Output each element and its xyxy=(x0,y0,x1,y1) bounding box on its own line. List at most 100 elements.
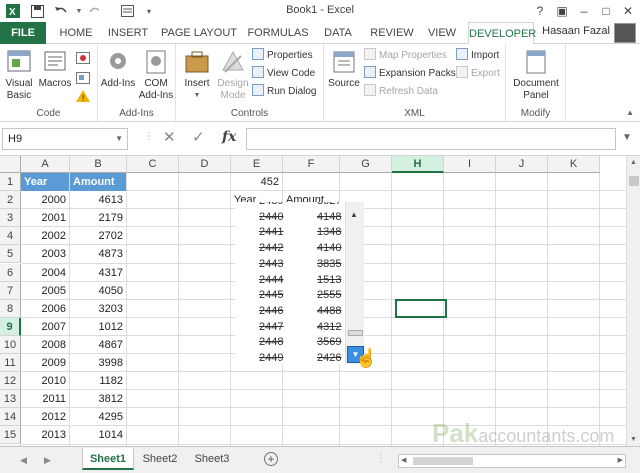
tab-developer[interactable]: DEVELOPER xyxy=(468,22,536,45)
expansion-packs-button[interactable]: Expansion Packs xyxy=(364,66,456,82)
row-header-10[interactable]: 10 xyxy=(0,335,21,354)
table-cell-amount[interactable]: 4295 xyxy=(70,408,126,426)
table-cell-year[interactable]: 2013 xyxy=(21,426,69,444)
sheet-tab-sheet3[interactable]: Sheet3 xyxy=(188,448,236,470)
table-cell-amount[interactable]: 1014 xyxy=(70,426,126,444)
close-button[interactable]: ✕ xyxy=(618,2,638,20)
table-cell-year[interactable]: 2005 xyxy=(21,282,69,300)
horizontal-scroll-thumb[interactable] xyxy=(413,457,473,465)
table-cell-year[interactable]: 2010 xyxy=(21,372,69,390)
relative-references-icon[interactable] xyxy=(76,72,90,87)
add-sheet-button[interactable]: + xyxy=(264,452,278,466)
sheet-tab-sheet1[interactable]: Sheet1 xyxy=(82,448,134,470)
row-header-12[interactable]: 12 xyxy=(0,372,21,391)
table-cell-year[interactable]: 2007 xyxy=(21,318,69,336)
scrollbar-splitter-icon[interactable]: ⋮ xyxy=(376,453,386,464)
select-all-button[interactable] xyxy=(0,156,21,173)
table-cell-amount[interactable]: 3998 xyxy=(70,354,126,372)
minimize-button[interactable]: – xyxy=(574,2,594,20)
sheet-tab-sheet2[interactable]: Sheet2 xyxy=(136,448,184,470)
enter-icon[interactable]: ✓ xyxy=(192,128,205,146)
row-header-2[interactable]: 2 xyxy=(0,191,21,210)
row-header-6[interactable]: 6 xyxy=(0,263,21,282)
table-cell-amount[interactable]: 1182 xyxy=(70,372,126,390)
chevron-up-icon[interactable]: ▲ xyxy=(350,210,358,219)
tab-file[interactable]: FILE xyxy=(0,22,46,44)
table-cell-year[interactable]: 2003 xyxy=(21,245,69,263)
com-addins-button[interactable]: COM Add-Ins xyxy=(136,48,176,102)
tab-data[interactable]: DATA xyxy=(318,22,358,44)
horizontal-scrollbar[interactable]: ◀ ▶ xyxy=(398,454,626,468)
table-cell-year[interactable]: 2012 xyxy=(21,408,69,426)
record-macro-icon[interactable] xyxy=(76,52,90,67)
scroll-left-icon[interactable]: ◀ xyxy=(401,456,406,464)
table-cell-year[interactable]: 2000 xyxy=(21,191,69,209)
maximize-button[interactable]: □ xyxy=(596,2,616,20)
tab-insert[interactable]: INSERT xyxy=(104,22,152,44)
row-header-4[interactable]: 4 xyxy=(0,227,21,246)
table-cell-amount[interactable]: 2179 xyxy=(70,209,126,227)
chevron-down-icon[interactable]: ▼ xyxy=(630,436,637,443)
table-cell-year[interactable]: 2011 xyxy=(21,390,69,408)
tab-home[interactable]: HOME xyxy=(54,22,98,44)
table-cell-amount[interactable]: 3812 xyxy=(70,390,126,408)
listbox-item[interactable]: 2449 2426 xyxy=(235,349,345,364)
chevron-up-icon[interactable]: ▲ xyxy=(630,159,637,166)
column-header-c[interactable]: C xyxy=(127,156,179,173)
table-cell-amount[interactable]: 4050 xyxy=(70,282,126,300)
expand-formula-bar-icon[interactable]: ▼ xyxy=(622,132,632,143)
column-header-b[interactable]: B xyxy=(70,156,127,173)
table-cell-amount[interactable]: 4867 xyxy=(70,336,126,354)
column-header-f[interactable]: F xyxy=(283,156,340,173)
tab-page-layout[interactable]: PAGE LAYOUT xyxy=(160,22,238,44)
tab-view[interactable]: VIEW xyxy=(424,22,460,44)
row-header-11[interactable]: 11 xyxy=(0,354,21,373)
table-cell-year[interactable]: 2004 xyxy=(21,264,69,282)
column-header-k[interactable]: K xyxy=(548,156,600,173)
table-cell-year[interactable]: 2009 xyxy=(21,354,69,372)
source-button[interactable]: Source xyxy=(327,48,361,90)
tab-formulas[interactable]: FORMULAS xyxy=(246,22,310,44)
table-cell-year[interactable]: 2001 xyxy=(21,209,69,227)
row-header-13[interactable]: 13 xyxy=(0,390,21,409)
table-cell-amount[interactable]: 2702 xyxy=(70,227,126,245)
warning-icon[interactable]: ! xyxy=(76,90,90,105)
table-cell-year[interactable]: 2002 xyxy=(21,227,69,245)
table-cell-amount[interactable]: 3203 xyxy=(70,300,126,318)
prev-sheet-icon[interactable]: ◀ xyxy=(20,455,27,466)
column-header-e[interactable]: E xyxy=(231,156,283,173)
row-header-1[interactable]: 1 xyxy=(0,173,21,192)
column-header-g[interactable]: G xyxy=(340,156,392,173)
column-header-d[interactable]: D xyxy=(179,156,231,173)
refresh-data-button[interactable]: Refresh Data xyxy=(364,84,438,100)
next-sheet-icon[interactable]: ▶ xyxy=(44,455,51,466)
chevron-down-icon[interactable]: ▼ xyxy=(115,129,123,149)
column-header-j[interactable]: J xyxy=(496,156,548,173)
row-header-9[interactable]: 9 xyxy=(0,317,21,336)
properties-button[interactable]: Properties xyxy=(252,48,313,64)
document-panel-button[interactable]: Document Panel xyxy=(510,48,562,102)
listbox-scrollbar[interactable]: ▲ ▼ xyxy=(345,202,364,364)
visual-basic-button[interactable]: Visual Basic xyxy=(2,48,36,102)
vertical-scrollbar[interactable]: ▲ ▼ xyxy=(626,156,640,446)
name-box[interactable]: H9 ▼ xyxy=(2,128,128,150)
row-header-8[interactable]: 8 xyxy=(0,299,21,318)
cell-e1[interactable]: 452 xyxy=(231,173,282,191)
run-dialog-button[interactable]: Run Dialog xyxy=(252,84,316,100)
row-header-3[interactable]: 3 xyxy=(0,209,21,228)
column-header-i[interactable]: I xyxy=(444,156,496,173)
table-cell-amount[interactable]: 4613 xyxy=(70,191,126,209)
active-cell-h9[interactable] xyxy=(395,299,447,318)
map-properties-button[interactable]: Map Properties xyxy=(364,48,447,64)
formula-input[interactable] xyxy=(246,128,616,150)
insert-control-button[interactable]: Insert ▼ xyxy=(180,48,214,102)
year-amount-listbox[interactable]: 2439362724404148244113482442414024433835… xyxy=(235,202,345,364)
table-cell-amount[interactable]: 4317 xyxy=(70,264,126,282)
row-header-7[interactable]: 7 xyxy=(0,281,21,300)
row-header-15[interactable]: 15 xyxy=(0,426,21,445)
cancel-icon[interactable]: ✕ xyxy=(163,128,176,146)
column-header-h[interactable]: H xyxy=(392,156,444,173)
table-cell-year[interactable]: 2008 xyxy=(21,336,69,354)
row-header-14[interactable]: 14 xyxy=(0,408,21,427)
macros-button[interactable]: Macros xyxy=(37,48,73,90)
